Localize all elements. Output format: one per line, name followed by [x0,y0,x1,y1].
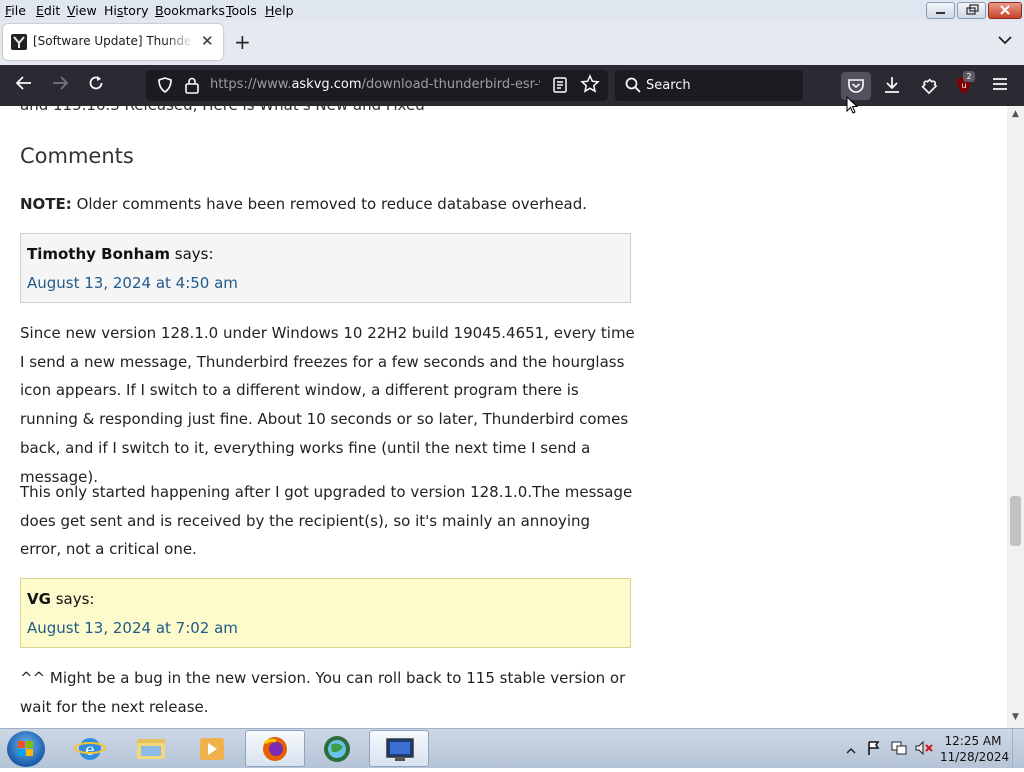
comment-author: Timothy Bonham says: [27,245,214,263]
menu-history[interactable]: History [104,3,148,18]
scrollbar-thumb[interactable] [1010,496,1021,546]
forward-arrow-icon [53,76,69,90]
askvg-favicon-icon [11,34,27,50]
reader-view-icon[interactable] [552,76,568,98]
comment-header-timothy: Timothy Bonham says: August 13, 2024 at … [20,233,631,303]
menu-bar: File Edit View History Bookmarks Tools H… [0,0,1024,21]
comment-permalink-date[interactable]: August 13, 2024 at 7:02 am [27,619,238,637]
taskbar-globe-app[interactable] [306,730,366,767]
page-content: and 115.16.3 Released, Here is What's Ne… [0,106,1007,728]
extensions-button[interactable] [919,75,939,99]
reload-button[interactable] [84,74,108,98]
firefox-icon [263,737,287,761]
taskbar-firefox[interactable] [245,730,305,767]
comment-body-paragraph: This only started happening after I got … [20,483,633,559]
mouse-cursor-icon [846,96,859,114]
search-box[interactable]: Search [615,70,803,101]
menu-edit[interactable]: Edit [36,3,60,18]
bookmark-star-icon[interactable] [580,74,600,99]
scroll-up-arrow-icon[interactable]: ▲ [1007,109,1024,119]
new-tab-button[interactable]: + [234,30,251,54]
internet-explorer-icon: e [74,738,106,760]
media-player-icon [200,738,224,760]
comments-note: NOTE: Older comments have been removed t… [20,195,587,213]
clock-time: 12:25 AM [944,734,1002,748]
chevron-down-icon [998,36,1012,45]
windows-logo-icon [18,741,33,756]
folder-icon [137,739,165,759]
note-text: Older comments have been removed to redu… [71,195,588,213]
download-icon [885,77,899,93]
comment-author: VG says: [27,590,95,608]
list-all-tabs-button[interactable] [998,33,1012,49]
clock-date: 11/28/2024 [940,750,1010,764]
tab-title: [Software Update] Thunderbird ESR [33,34,193,48]
note-label: NOTE: [20,195,72,213]
minimize-button[interactable] [926,2,955,19]
search-placeholder: Search [646,78,691,93]
taskbar-desktop-app[interactable] [369,730,429,767]
scroll-down-arrow-icon[interactable]: ▼ [1007,712,1024,722]
restore-icon [966,4,979,15]
url-text[interactable]: https://www.askvg.com/download-thunderbi… [210,77,540,92]
taskbar-explorer[interactable] [121,730,181,767]
globe-icon [324,736,350,762]
comments-heading: Comments [20,144,134,168]
tracking-protection-shield-icon[interactable] [156,76,174,98]
action-center-flag-icon[interactable] [866,740,882,760]
page-scrollbar[interactable]: ▲ ▼ [1007,106,1024,728]
address-bar[interactable]: https://www.askvg.com/download-thunderbi… [146,70,608,101]
menu-file[interactable]: File [5,3,26,18]
close-window-button[interactable] [988,2,1022,19]
tab-strip: [Software Update] Thunderbird ESR ✕ + [0,21,1024,65]
lock-icon[interactable] [184,76,200,98]
start-button[interactable] [7,731,45,767]
computer-monitor-icon [386,738,414,761]
restore-button[interactable] [957,2,986,19]
minimize-icon [936,12,945,14]
menu-tools[interactable]: Tools [226,3,257,18]
app-menu-button[interactable] [991,75,1009,97]
chevron-up-icon [846,747,856,754]
previous-article-link[interactable]: and 115.16.3 Released, Here is What's Ne… [20,106,425,114]
downloads-button[interactable] [882,75,902,99]
back-button[interactable] [12,74,36,98]
tab-active[interactable]: [Software Update] Thunderbird ESR ✕ [3,24,223,60]
forward-button[interactable] [48,74,72,98]
menu-bookmarks[interactable]: Bookmarks [155,3,225,18]
ublock-count-badge: 2 [963,71,975,82]
search-icon [624,76,642,98]
menu-view[interactable]: View [67,3,97,18]
puzzle-piece-icon [921,78,938,95]
taskbar-internet-explorer[interactable]: e [60,730,120,767]
taskbar: e 12:25 AM 11/28/2024 [0,728,1024,768]
show-hidden-icons-button[interactable] [846,741,856,760]
network-icon[interactable] [890,740,908,760]
close-icon [1000,5,1010,15]
taskbar-media-player[interactable] [182,730,242,767]
show-desktop-button[interactable] [1012,729,1024,768]
system-clock[interactable]: 12:25 AM 11/28/2024 [940,733,1010,765]
svg-text:u: u [961,81,966,90]
menu-help[interactable]: Help [265,3,294,18]
comment-header-vg: VG says: August 13, 2024 at 7:02 am [20,578,631,648]
navigation-toolbar: https://www.askvg.com/download-thunderbi… [0,65,1024,106]
tab-close-button[interactable]: ✕ [201,32,214,50]
hamburger-menu-icon [993,78,1007,90]
volume-muted-icon[interactable] [914,740,934,760]
back-arrow-icon [15,76,31,90]
comment-body-paragraph: Since new version 128.1.0 under Windows … [20,324,635,486]
comment-permalink-date[interactable]: August 13, 2024 at 4:50 am [27,274,238,292]
reload-icon [89,76,103,90]
comment-body-paragraph: ^^ Might be a bug in the new version. Yo… [20,669,626,716]
